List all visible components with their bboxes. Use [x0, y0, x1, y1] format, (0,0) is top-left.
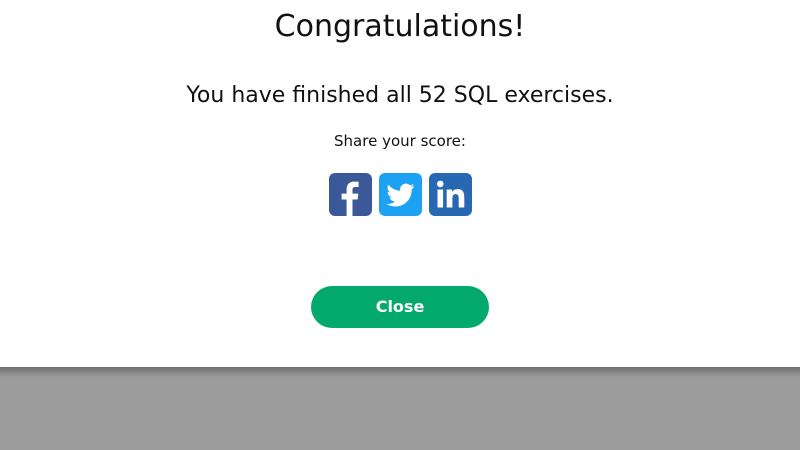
congratulations-modal: Congratulations! You have finished all 5… — [0, 0, 800, 367]
share-buttons — [329, 173, 473, 217]
completion-message: You have finished all 52 SQL exercises. — [186, 83, 614, 108]
linkedin-share-button[interactable] — [429, 173, 472, 216]
close-button[interactable]: Close — [311, 286, 489, 328]
share-label: Share your score: — [334, 132, 466, 150]
backdrop-shadow — [0, 367, 800, 377]
linkedin-icon — [429, 173, 472, 216]
twitter-share-button[interactable] — [379, 173, 422, 216]
twitter-icon — [379, 173, 422, 216]
modal-title: Congratulations! — [274, 9, 526, 44]
facebook-icon — [329, 173, 372, 216]
facebook-share-button[interactable] — [329, 173, 372, 216]
